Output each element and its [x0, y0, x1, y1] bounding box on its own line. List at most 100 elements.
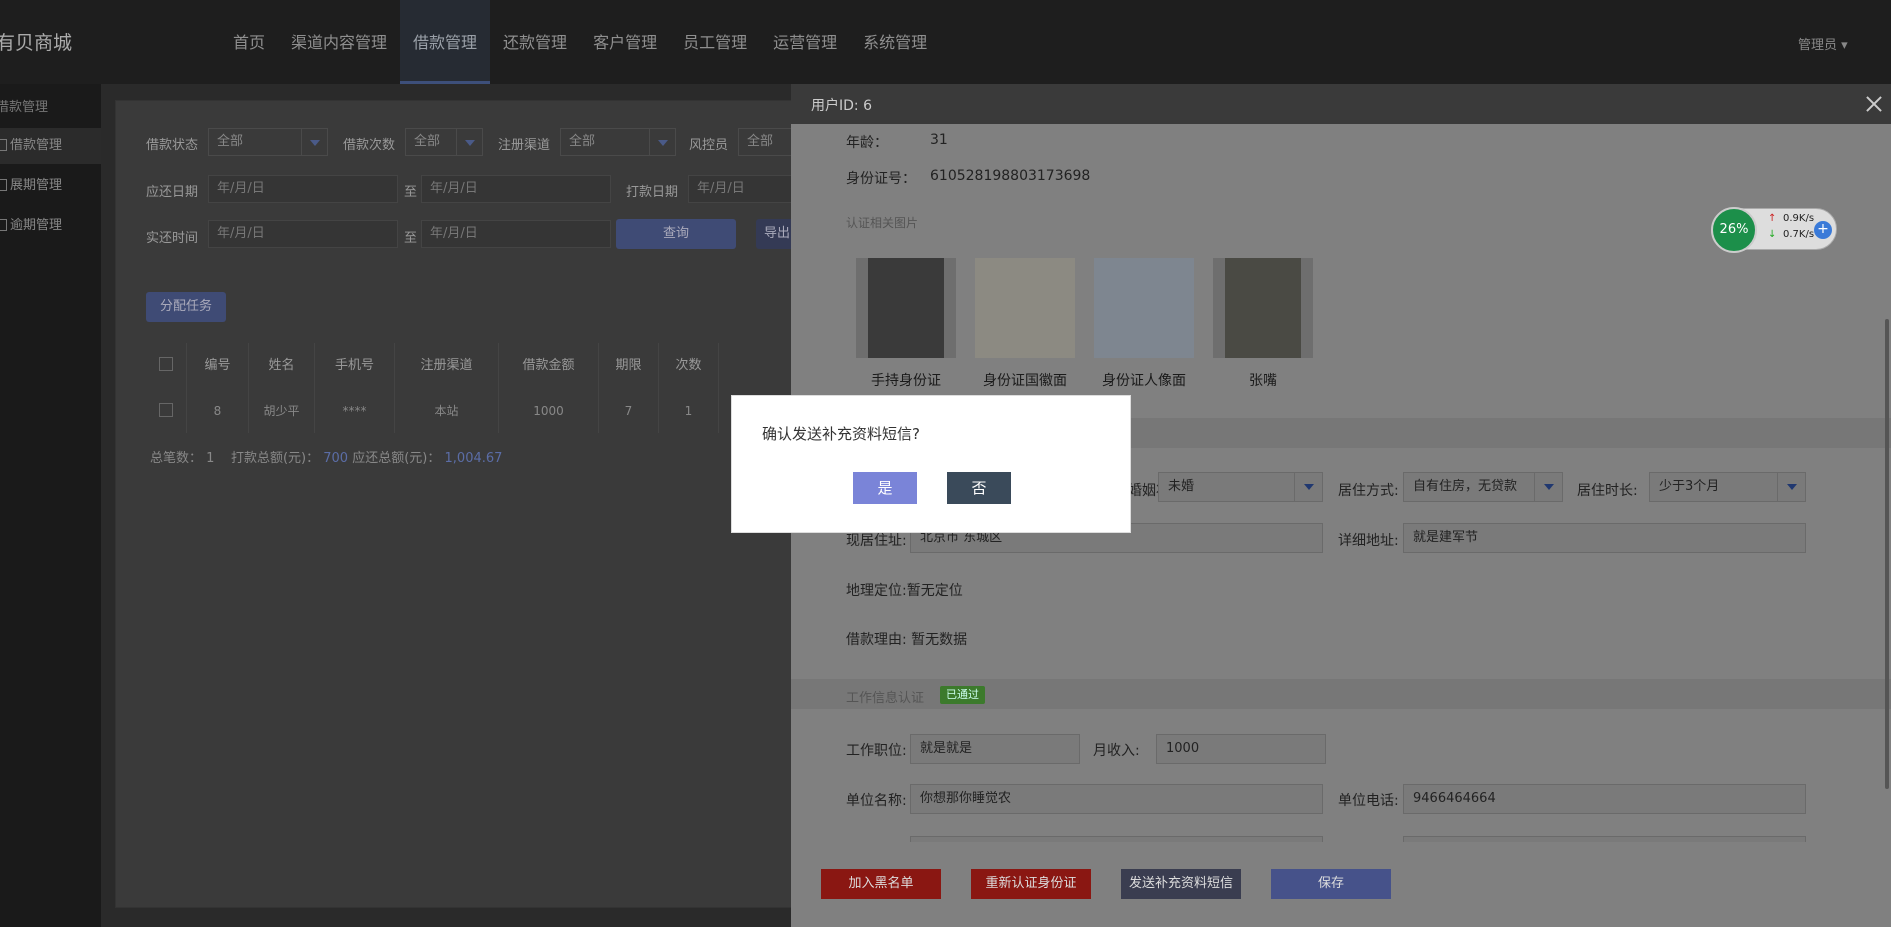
- nav-staff[interactable]: 员工管理: [670, 0, 760, 84]
- sidebar-item-extension[interactable]: 展期管理: [0, 168, 101, 204]
- chevron-down-icon: [456, 129, 482, 155]
- living-label: 居住方式:: [1338, 483, 1399, 499]
- assign-task-button[interactable]: 分配任务: [146, 292, 226, 322]
- photo-hand-id[interactable]: [856, 258, 956, 358]
- company-phone-input[interactable]: 9466464664: [1403, 784, 1806, 814]
- select-value: 全部: [747, 134, 774, 149]
- sidebar-item-label: 借款管理: [10, 138, 63, 153]
- drawer-scrollbar[interactable]: [1885, 319, 1889, 789]
- id-card-photo: [1094, 258, 1194, 358]
- photo-caption: 手持身份证: [871, 373, 941, 389]
- arrow-down-icon: ↓: [1768, 229, 1777, 240]
- row-checkbox[interactable]: [158, 403, 173, 417]
- confirm-yes-button[interactable]: 是: [853, 472, 917, 504]
- location-text: 地理定位:暂无定位: [846, 583, 963, 599]
- plus-icon[interactable]: +: [1814, 221, 1832, 239]
- arrow-up-icon: ↑: [1768, 213, 1777, 224]
- photo-mouth-open[interactable]: [1213, 258, 1313, 358]
- column-header: 注册渠道: [395, 343, 499, 389]
- table-cell: 7: [599, 389, 659, 433]
- nav-repayment[interactable]: 还款管理: [490, 0, 580, 84]
- export-button[interactable]: 导出: [756, 219, 791, 249]
- select-value: 全部: [414, 134, 441, 149]
- pay-date-input[interactable]: 年/月/日: [688, 175, 791, 203]
- income-label: 月收入:: [1093, 743, 1140, 759]
- photo-caption: 身份证国徽面: [983, 373, 1067, 389]
- detail-address-label: 详细地址:: [1338, 533, 1399, 549]
- due-date-label: 应还日期: [146, 185, 199, 200]
- due-value: 1,004.67: [444, 451, 503, 466]
- pay-date-label: 打款日期: [626, 185, 679, 200]
- count-label: 总笔数：: [150, 451, 203, 466]
- row-select-cell: [145, 389, 187, 433]
- channel-select[interactable]: 全部: [560, 128, 676, 156]
- chevron-down-icon: [1534, 473, 1562, 501]
- send-sms-button[interactable]: 发送补充资料短信: [1121, 869, 1241, 899]
- paid-label: 打款总额(元)：: [230, 451, 320, 466]
- confirm-no-button[interactable]: 否: [947, 472, 1011, 504]
- due-date-end-input[interactable]: 年/月/日: [421, 175, 611, 203]
- table-cell: 胡少平: [249, 389, 315, 433]
- actual-time-start-input[interactable]: 年/月/日: [208, 220, 398, 248]
- reverify-id-button[interactable]: 重新认证身份证: [971, 869, 1091, 899]
- loan-status-label: 借款状态: [146, 138, 199, 153]
- chevron-down-icon: [1294, 473, 1322, 501]
- column-header: 期限: [599, 343, 659, 389]
- actual-time-end-input[interactable]: 年/月/日: [421, 220, 611, 248]
- loans-table: 编号 姓名 手机号 注册渠道 借款金额 期限 次数 8 胡少平 **** 本站 …: [145, 343, 790, 433]
- table-cell: 1000: [499, 389, 599, 433]
- loan-status-select[interactable]: 全部: [208, 128, 328, 156]
- due-label: 应还总额(元)：: [352, 451, 441, 466]
- query-button[interactable]: 查询: [616, 219, 736, 249]
- table-summary: 总笔数： 1 打款总额(元)： 700 应还总额(元)： 1,004.67: [150, 447, 502, 466]
- count-value: 1: [206, 451, 215, 466]
- column-header: 次数: [659, 343, 719, 389]
- sidebar-item-label: 逾期管理: [10, 218, 63, 233]
- due-date-start-input[interactable]: 年/月/日: [208, 175, 398, 203]
- loan-count-label: 借款次数: [343, 138, 396, 153]
- add-blacklist-button[interactable]: 加入黑名单: [821, 869, 941, 899]
- cpu-percent-badge: 26%: [1711, 207, 1757, 253]
- id-number-value: 610528198803173698: [930, 168, 1091, 184]
- risk-officer-label: 风控员: [689, 138, 729, 153]
- admin-menu[interactable]: 管理员 ▾: [1798, 34, 1848, 53]
- close-icon[interactable]: [1862, 92, 1886, 116]
- nav-home[interactable]: 首页: [220, 0, 278, 84]
- loan-count-select[interactable]: 全部: [405, 128, 483, 156]
- sidebar-heading: 借款管理: [0, 100, 49, 115]
- photo-id-portrait[interactable]: [1094, 258, 1194, 358]
- company-input[interactable]: 你想那你睡觉农: [910, 784, 1323, 814]
- range-to-label: 至: [404, 231, 418, 246]
- confirm-dialog: 确认发送补充资料短信? 是 否: [731, 395, 1131, 533]
- save-button[interactable]: 保存: [1271, 869, 1391, 899]
- column-header: 姓名: [249, 343, 315, 389]
- document-icon: [0, 219, 7, 231]
- nav-system[interactable]: 系统管理: [850, 0, 940, 84]
- duration-select[interactable]: 少于3个月: [1649, 472, 1806, 502]
- select-value: 自有住房，无贷款: [1413, 479, 1518, 494]
- risk-officer-select[interactable]: 全部: [738, 128, 791, 156]
- nav-loan-management[interactable]: 借款管理: [400, 0, 491, 84]
- sidebar-item-overdue[interactable]: 逾期管理: [0, 208, 101, 244]
- address-input-partial: [910, 836, 1323, 842]
- living-select[interactable]: 自有住房，无贷款: [1403, 472, 1563, 502]
- detail-address-input[interactable]: 就是建军节: [1403, 523, 1806, 553]
- sidebar-item-loans[interactable]: 借款管理: [0, 128, 101, 164]
- nav-customers[interactable]: 客户管理: [580, 0, 670, 84]
- network-speed-widget[interactable]: 26% ↑ 0.9K/s ↓ 0.7K/s +: [1711, 207, 1837, 253]
- dialog-message: 确认发送补充资料短信?: [762, 425, 920, 443]
- income-input[interactable]: 1000: [1156, 734, 1326, 764]
- marital-select[interactable]: 未婚: [1158, 472, 1323, 502]
- main-nav: 首页 渠道内容管理 借款管理 还款管理 客户管理 员工管理 运营管理 系统管理: [220, 0, 940, 84]
- duration-label: 居住时长:: [1577, 483, 1638, 499]
- nav-channel-content[interactable]: 渠道内容管理: [278, 0, 400, 84]
- upload-speed: 0.9K/s: [1783, 213, 1815, 224]
- select-all-checkbox[interactable]: [158, 357, 173, 371]
- job-label: 工作职位:: [846, 743, 907, 759]
- photo-id-front[interactable]: [975, 258, 1075, 358]
- detail-input-partial: [1403, 836, 1806, 842]
- job-input[interactable]: 就是就是: [910, 734, 1080, 764]
- nav-operations[interactable]: 运营管理: [760, 0, 850, 84]
- select-value: 全部: [217, 134, 244, 149]
- column-header: 编号: [187, 343, 249, 389]
